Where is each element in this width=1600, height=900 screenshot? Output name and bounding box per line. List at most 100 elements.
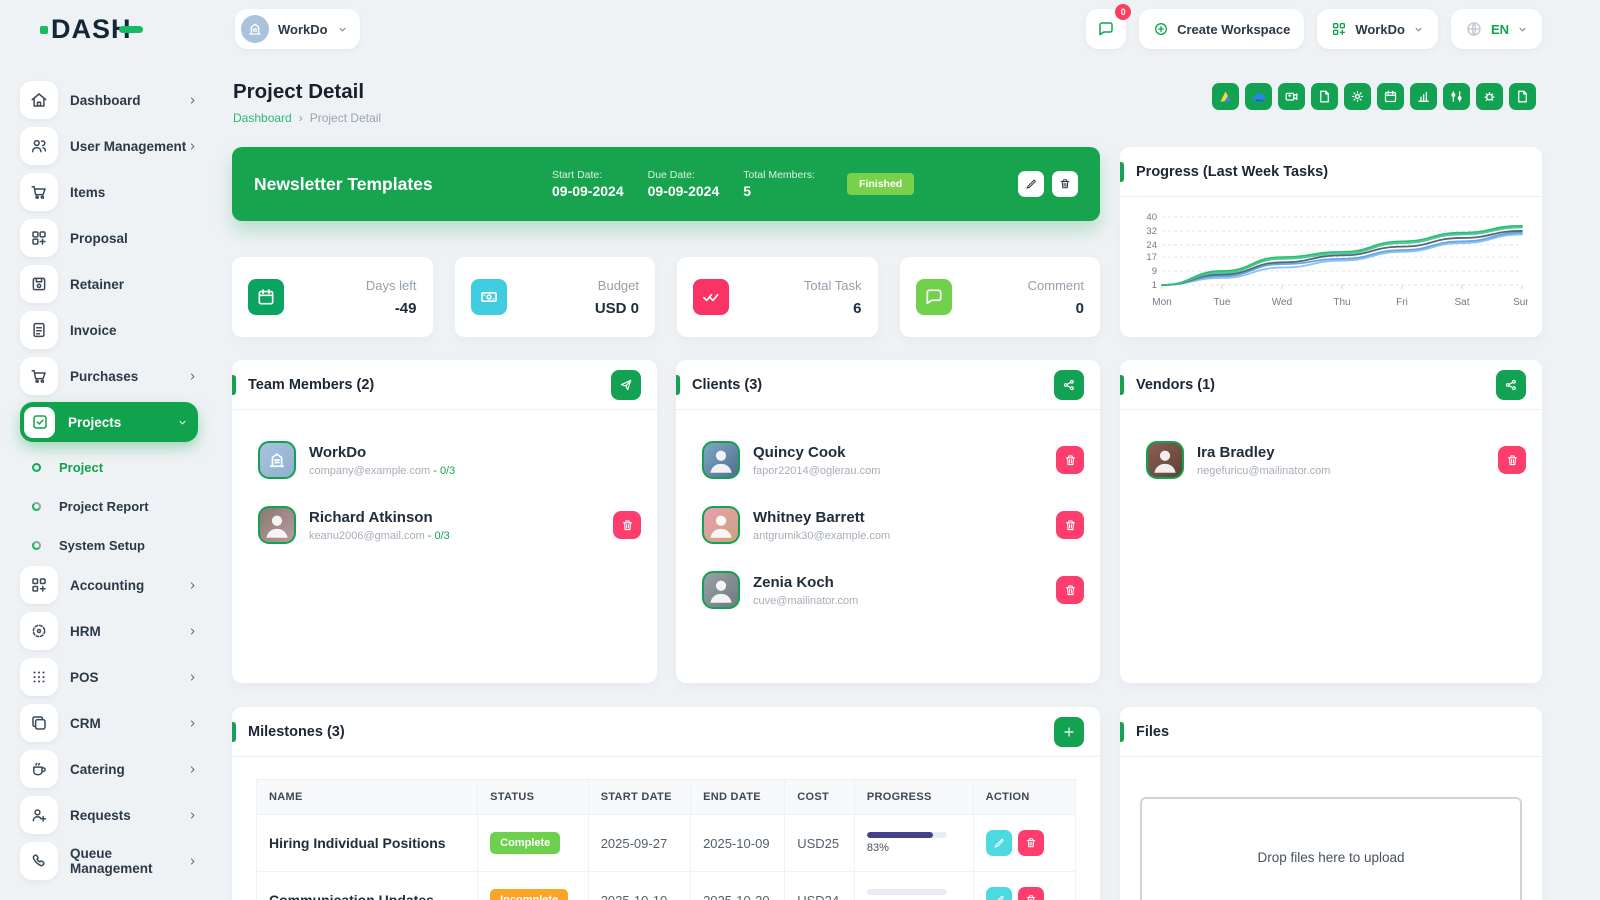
svg-text:Mon: Mon — [1152, 297, 1171, 308]
member-email: company@example.com — [309, 465, 430, 477]
breadcrumb-dashboard-link[interactable]: Dashboard — [233, 111, 292, 125]
member-row-whitney-barrett: Whitney Barrettantgrumik30@example.com — [702, 503, 1084, 547]
file-dropzone[interactable]: Drop files here to upload — [1140, 797, 1522, 900]
stat-value: -49 — [366, 300, 417, 317]
stat-label: Total Task — [804, 278, 862, 293]
delete-member-button[interactable] — [1056, 576, 1084, 604]
chevron-right-icon — [187, 718, 198, 729]
grid-dots-icon — [20, 658, 58, 696]
team-card-title: Team Members (2) — [248, 377, 374, 393]
sidebar-item-purchases[interactable]: Purchases — [20, 356, 198, 396]
share-clients-button[interactable] — [1054, 370, 1084, 400]
gear-button[interactable] — [1344, 83, 1371, 110]
bug-button[interactable] — [1476, 83, 1503, 110]
language-button[interactable]: EN — [1451, 9, 1542, 49]
delete-member-button[interactable] — [613, 511, 641, 539]
sidebar-item-pos[interactable]: POS — [20, 657, 198, 697]
delete-milestone-button[interactable] — [1018, 830, 1044, 856]
progress-bar — [867, 832, 947, 838]
sidebar-item-label: Project — [59, 460, 103, 475]
edit-project-button[interactable] — [1018, 171, 1044, 197]
sidebar-item-label: User Management — [70, 139, 186, 154]
sidebar-item-label: HRM — [70, 624, 101, 639]
vendors-card-title: Vendors (1) — [1136, 377, 1215, 393]
sidebar-item-dashboard[interactable]: Dashboard — [20, 80, 198, 120]
sidebar-item-projects[interactable]: Projects — [20, 402, 198, 442]
workspace-switcher[interactable]: WorkDo — [235, 9, 360, 49]
clients-card-header: Clients (3) — [676, 360, 1100, 410]
stat-cards: Days left-49BudgetUSD 0Total Task6Commen… — [232, 257, 1100, 337]
sidebar-item-proposal[interactable]: Proposal — [20, 218, 198, 258]
calendar-icon — [248, 279, 284, 315]
column-header-status: STATUS — [478, 780, 589, 815]
svg-text:24: 24 — [1146, 240, 1157, 251]
sidebar-item-requests[interactable]: Requests — [20, 795, 198, 835]
crm-icon — [20, 704, 58, 742]
milestones-table-wrap: NAMESTATUSSTART DATEEND DATECOSTPROGRESS… — [232, 757, 1100, 900]
delete-member-button[interactable] — [1056, 511, 1084, 539]
member-email: fapor22014@oglerau.com — [753, 465, 880, 477]
brand-logo[interactable]: DASH — [40, 14, 143, 45]
delete-milestone-button[interactable] — [1018, 887, 1044, 900]
check-square-icon — [24, 407, 55, 438]
messages-button[interactable]: 0 — [1086, 9, 1126, 49]
stat-card-comment: Comment0 — [900, 257, 1101, 337]
edit-milestone-button[interactable] — [986, 887, 1012, 900]
invite-member-button[interactable] — [611, 370, 641, 400]
bar-chart-button[interactable] — [1410, 83, 1437, 110]
chevron-right-icon — [187, 626, 198, 637]
google-drive-button[interactable] — [1212, 83, 1239, 110]
start-date-label: Start Date: — [552, 169, 624, 181]
delete-member-button[interactable] — [1498, 446, 1526, 474]
sidebar-item-invoice[interactable]: Invoice — [20, 310, 198, 350]
workdo-menu-button[interactable]: WorkDo — [1317, 9, 1438, 49]
chevron-down-icon — [1517, 24, 1528, 35]
progress-card-title: Progress (Last Week Tasks) — [1136, 164, 1328, 180]
delete-member-button[interactable] — [1056, 446, 1084, 474]
sidebar-item-project[interactable]: Project — [20, 448, 198, 487]
sidebar-item-user-management[interactable]: User Management — [20, 126, 198, 166]
avatar — [258, 506, 296, 544]
sidebar-item-crm[interactable]: CRM — [20, 703, 198, 743]
sidebar-item-system-setup[interactable]: System Setup — [20, 526, 198, 565]
banknote-icon — [471, 279, 507, 315]
sliders-button[interactable] — [1443, 83, 1470, 110]
copy-icon — [1317, 89, 1332, 104]
milestones-card: Milestones (3) NAMESTATUSSTART DATEEND D… — [232, 707, 1100, 900]
sidebar-item-accounting[interactable]: Accounting — [20, 565, 198, 605]
page-head: Project Detail Dashboard › Project Detai… — [233, 80, 381, 125]
files-card-title: Files — [1136, 724, 1169, 740]
onedrive-button[interactable] — [1245, 83, 1272, 110]
create-workspace-button[interactable]: Create Workspace — [1139, 9, 1304, 49]
home-icon — [20, 81, 58, 119]
video-camera-button[interactable] — [1278, 83, 1305, 110]
total-members-value: 5 — [743, 183, 815, 199]
cart-icon — [20, 357, 58, 395]
edit-milestone-button[interactable] — [986, 830, 1012, 856]
delete-project-button[interactable] — [1052, 171, 1078, 197]
sidebar-item-retainer[interactable]: Retainer — [20, 264, 198, 304]
sidebar-item-hrm[interactable]: HRM — [20, 611, 198, 651]
table-row: Communication UpdatesIncomplete2025-10-1… — [257, 872, 1076, 900]
sidebar-item-label: Purchases — [70, 369, 138, 384]
total-members-group: Total Members: 5 — [743, 169, 815, 199]
sidebar-item-catering[interactable]: Catering — [20, 749, 198, 789]
add-milestone-button[interactable] — [1054, 717, 1084, 747]
member-email: keanu2006@gmail.com — [309, 530, 425, 542]
member-email: cuve@mailinator.com — [753, 595, 858, 607]
grid-plus-icon — [20, 566, 58, 604]
breadcrumb-separator: › — [299, 111, 303, 125]
share-vendors-button[interactable] — [1496, 370, 1526, 400]
dot-icon — [32, 541, 41, 550]
copy-button[interactable] — [1311, 83, 1338, 110]
retainer-icon — [20, 265, 58, 303]
dropzone-label: Drop files here to upload — [1257, 850, 1404, 865]
svg-text:40: 40 — [1146, 212, 1157, 223]
calendar-button[interactable] — [1377, 83, 1404, 110]
status-badge: Finished — [847, 173, 914, 195]
sidebar-item-queue-management[interactable]: Queue Management — [20, 841, 198, 881]
sidebar-item-project-report[interactable]: Project Report — [20, 487, 198, 526]
file-button[interactable] — [1509, 83, 1536, 110]
stat-value: 0 — [1028, 300, 1084, 317]
sidebar-item-items[interactable]: Items — [20, 172, 198, 212]
